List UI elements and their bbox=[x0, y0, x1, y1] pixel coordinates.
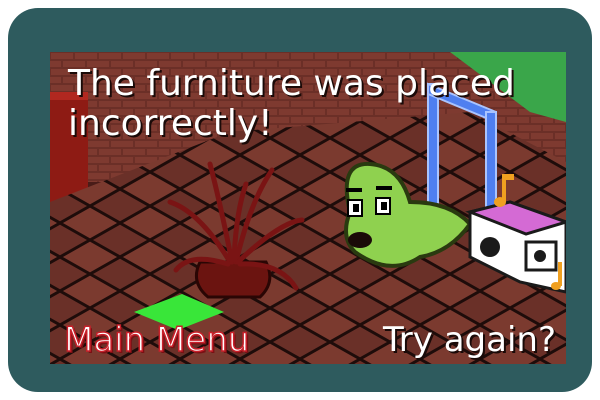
try-again-button[interactable]: Try again? bbox=[383, 320, 556, 360]
failure-message: The furniture was placed incorrectly! bbox=[68, 63, 515, 144]
main-menu-button[interactable]: Main Menu bbox=[63, 319, 250, 361]
game-frame: The furniture was placed incorrectly! Ma… bbox=[8, 8, 592, 392]
game-scene: The furniture was placed incorrectly! Ma… bbox=[50, 52, 566, 364]
